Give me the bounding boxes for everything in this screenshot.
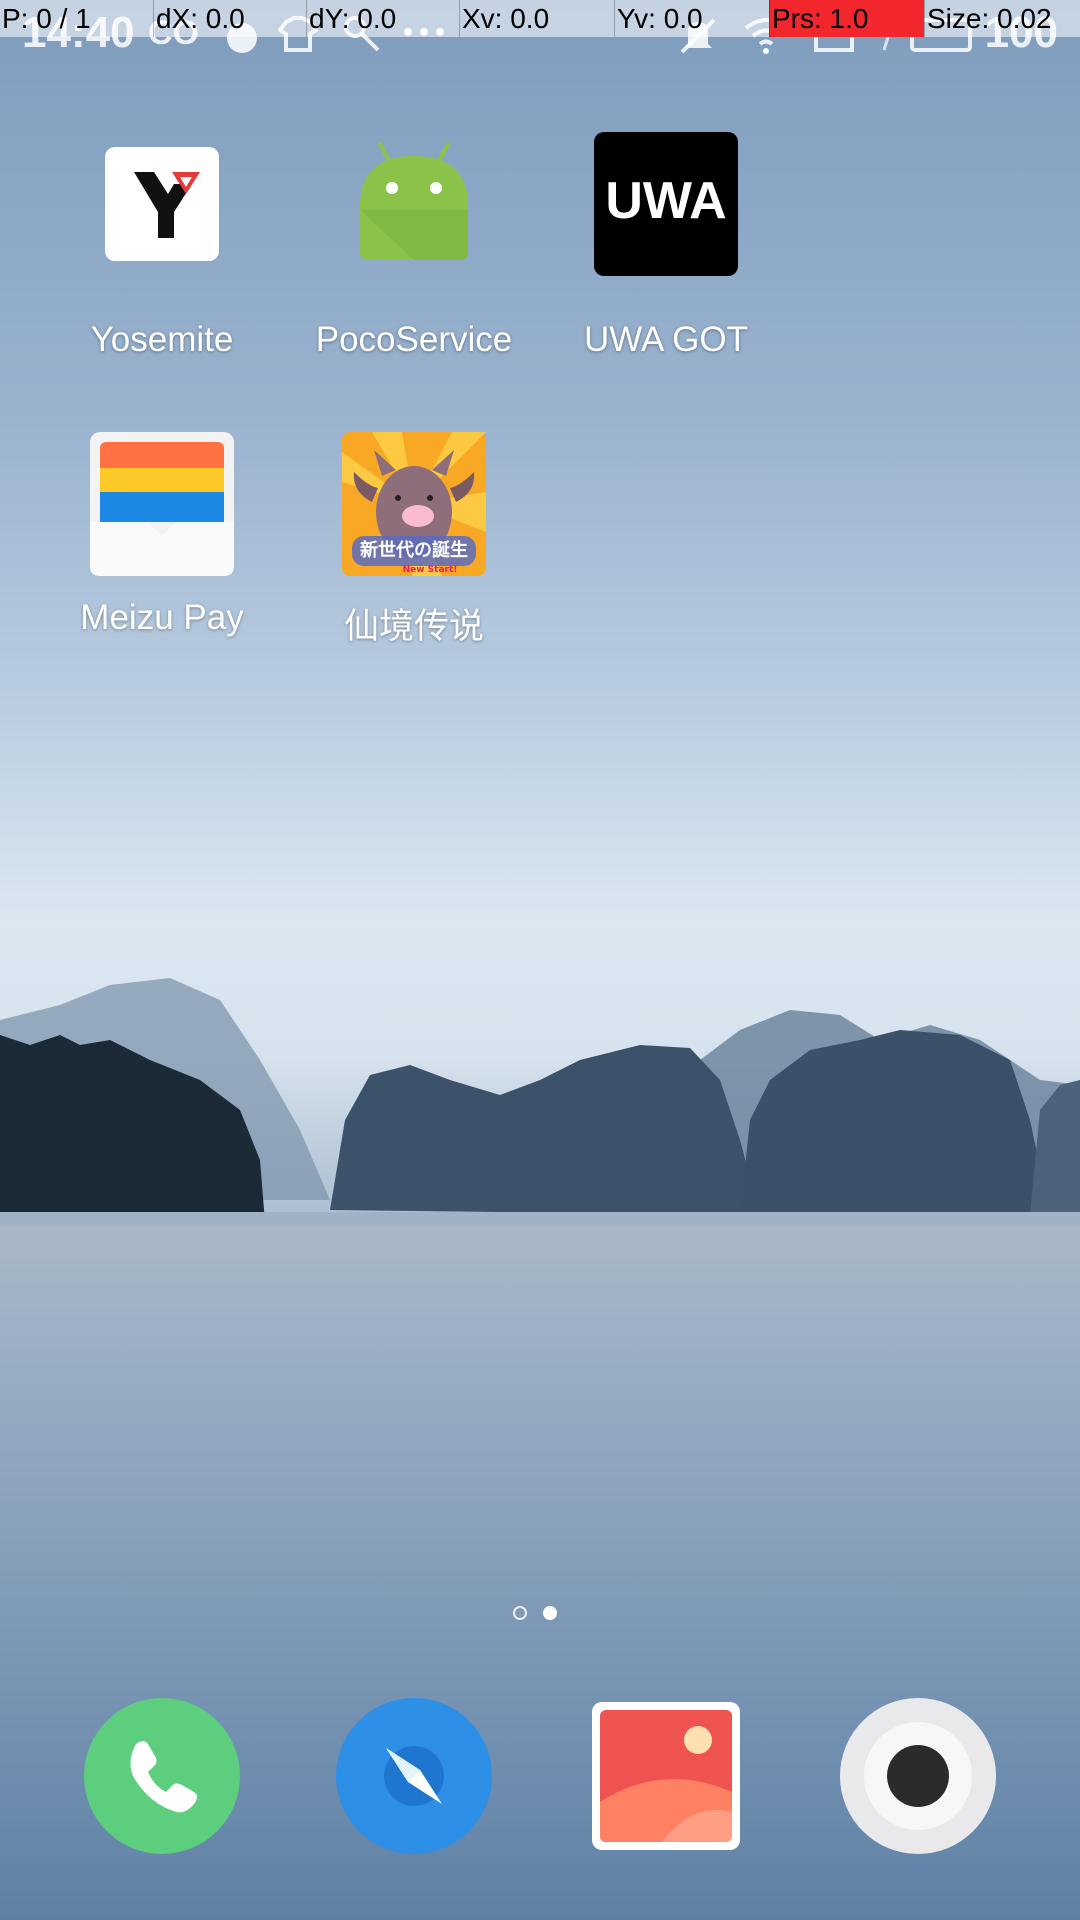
page-dot-1[interactable] (513, 1606, 527, 1620)
svg-text:新世代の誕生: 新世代の誕生 (360, 539, 468, 561)
gallery-icon (592, 1702, 740, 1850)
app-pocoservice[interactable]: PocoService (299, 142, 529, 359)
pointer-dy: dY: 0.0 (306, 0, 459, 37)
uwa-icon: UWA (594, 132, 738, 276)
dock-browser[interactable] (336, 1698, 492, 1854)
pointer-size: Size: 0.02 (924, 0, 1080, 37)
camera-icon (840, 1698, 996, 1854)
app-meizu-pay[interactable]: Meizu Pay (47, 432, 277, 646)
app-yosemite[interactable]: Yosemite (47, 146, 277, 359)
page-dot-2-current[interactable] (543, 1606, 557, 1620)
app-label: Yosemite (90, 320, 234, 359)
browser-compass-icon (336, 1698, 492, 1854)
android-icon (360, 142, 468, 260)
svg-text:UWA: UWA (605, 172, 726, 230)
yosemite-icon (105, 147, 219, 261)
app-label: 仙境传说 (343, 607, 484, 646)
pointer-yv: Yv: 0.0 (614, 0, 769, 37)
pointer-xv: Xv: 0.0 (459, 0, 614, 37)
phone-icon (84, 1698, 240, 1854)
svg-text:New Start!: New Start! (403, 565, 458, 575)
home-screen: 14:40 CO (0, 0, 1080, 1920)
pointer-dx: dX: 0.0 (153, 0, 306, 37)
pointer-pressure: Prs: 1.0 (769, 0, 924, 37)
app-uwa-got[interactable]: UWA UWA GOT (551, 132, 781, 359)
pointer-count: P: 0 / 1 (2, 3, 91, 34)
app-label: PocoService (315, 320, 513, 359)
dock-phone[interactable] (84, 1698, 240, 1854)
app-ragnarok[interactable]: 新世代の誕生 New Start! 仙境传说 (299, 432, 529, 646)
dock-camera[interactable] (840, 1698, 996, 1854)
app-label: UWA GOT (584, 320, 748, 359)
wallet-icon (90, 432, 234, 576)
ragnarok-game-icon: 新世代の誕生 New Start! (342, 432, 486, 576)
app-label: Meizu Pay (80, 598, 244, 637)
dock-gallery[interactable] (592, 1702, 740, 1850)
pointer-location-overlay: P: 0 / 1 dX: 0.0 dY: 0.0 Xv: 0.0 Yv: 0.0… (0, 0, 1080, 37)
